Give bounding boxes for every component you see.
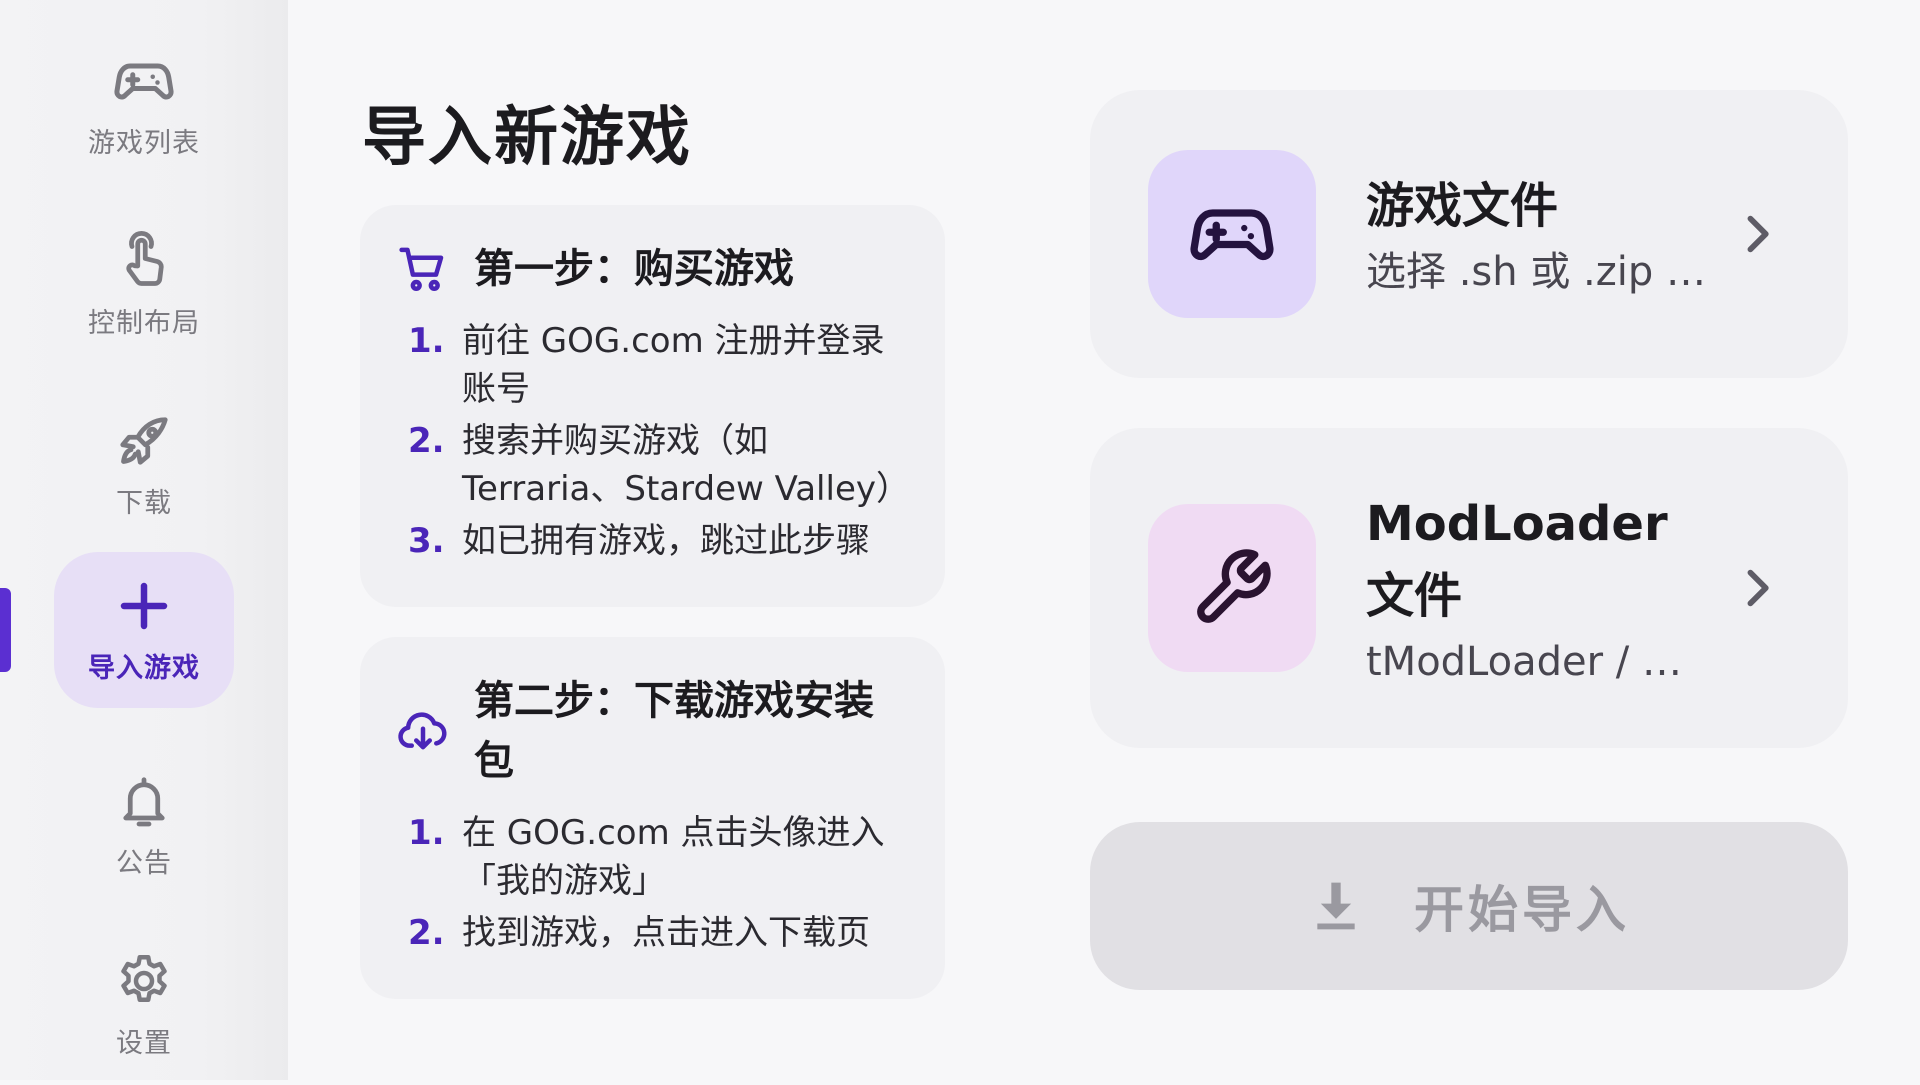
page-title: 导入新游戏 [362,101,692,175]
cart-icon [399,247,444,292]
step-number: 2. [408,421,445,461]
list-item: 1. 前往 GOG.com 注册并登录账号 [396,317,909,413]
modloader-file-card[interactable]: ModLoader 文件 tModLoader / S… [1090,428,1848,748]
cloud-download-icon [398,712,447,750]
step-header: 第二步：下载游戏安装包 [396,671,909,791]
list-item: 2. 找到游戏，点击进入下载页 [396,909,909,957]
step-header: 第一步：购买游戏 [396,239,909,299]
sidebar-item-control-layout[interactable]: 控制布局 [54,205,234,365]
step-title: 第一步：购买游戏 [474,246,794,292]
steps-scroll-area[interactable]: 第一步：购买游戏 1. 前往 GOG.com 注册并登录账号 2. 搜索并购买游… [360,205,945,1010]
wrench-icon [1197,549,1271,623]
step-text: 在 GOG.com 点击头像进入「我的游戏」 [462,813,885,901]
sidebar-item-game-list[interactable]: 游戏列表 [54,25,234,185]
step-text: 找到游戏，点击进入下载页 [462,913,870,953]
game-file-subtitle: 选择 .sh 或 .zip … [1366,249,1706,295]
sidebar-item-download[interactable]: 下载 [54,385,234,545]
game-file-text: 游戏文件 选择 .sh 或 .zip … [1366,170,1706,302]
step-title: 第二步：下载游戏安装包 [474,678,874,784]
rocket-icon [120,416,168,465]
list-item: 1. 在 GOG.com 点击头像进入「我的游戏」 [396,809,909,905]
sidebar-item-import-game[interactable]: 导入游戏 [54,552,234,708]
gamepad-icon [1190,209,1274,261]
step-text: 如已拥有游戏，跳过此步骤 [462,521,870,561]
gamepad-icon [114,63,174,99]
sidebar-item-label: 下载 [116,487,172,519]
sidebar-item-label: 公告 [116,847,172,879]
game-file-title: 游戏文件 [1366,178,1559,234]
active-nav-indicator [0,588,11,672]
sidebar-item-label: 导入游戏 [88,652,200,684]
modloader-title: ModLoader 文件 [1366,496,1668,624]
sidebar-item-label: 控制布局 [88,307,200,339]
modloader-text: ModLoader 文件 tModLoader / S… [1366,488,1706,692]
step-card-purchase: 第一步：购买游戏 1. 前往 GOG.com 注册并登录账号 2. 搜索并购买游… [360,205,945,607]
modloader-icon-box [1148,504,1316,672]
game-file-icon-box [1148,150,1316,318]
sidebar-item-label: 设置 [116,1027,172,1059]
chevron-right-icon [1747,215,1769,253]
start-import-label: 开始导入 [1414,881,1630,939]
sidebar-item-settings[interactable]: 设置 [54,925,234,1085]
list-item: 2. 搜索并购买游戏（如 Terraria、Stardew Valley） [396,417,910,513]
gear-icon [121,954,167,1002]
modloader-subtitle: tModLoader / S… [1366,639,1706,685]
game-file-card[interactable]: 游戏文件 选择 .sh 或 .zip … [1090,90,1848,378]
step-number: 1. [408,321,445,361]
step-card-download: 第二步：下载游戏安装包 1. 在 GOG.com 点击头像进入「我的游戏」 2.… [360,637,945,999]
sidebar-item-label: 游戏列表 [88,127,200,159]
plus-icon [120,582,168,629]
step-number: 1. [408,813,445,853]
chevron-right-icon [1747,569,1769,607]
sidebar-item-announcements[interactable]: 公告 [54,745,234,905]
step-list: 1. 在 GOG.com 点击头像进入「我的游戏」 2. 找到游戏，点击进入下载… [396,809,909,957]
touch-icon [126,230,164,286]
step-number: 2. [408,913,445,953]
list-item: 3. 如已拥有游戏，跳过此步骤 [396,517,909,565]
bell-icon [123,776,165,826]
step-text: 前往 GOG.com 注册并登录账号 [462,321,885,409]
sidebar: 游戏列表 控制布局 下载 导入游戏 公告 设置 [0,0,288,1080]
download-icon [1317,882,1355,930]
start-import-button[interactable]: 开始导入 [1090,822,1848,990]
step-number: 3. [408,521,445,561]
step-list: 1. 前往 GOG.com 注册并登录账号 2. 搜索并购买游戏（如 Terra… [396,317,910,565]
step-text: 搜索并购买游戏（如 Terraria、Stardew Valley） [462,421,910,509]
